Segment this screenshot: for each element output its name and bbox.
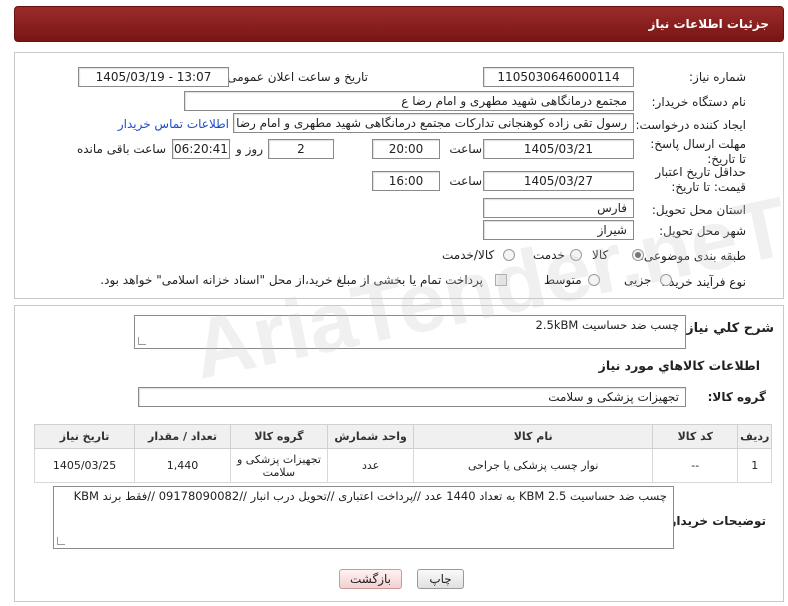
category-goods-service-label: کالا/خدمت <box>442 248 495 262</box>
cell-unit: عدد <box>326 448 415 483</box>
buyer-contact-link[interactable]: اطلاعات تماس خریدار <box>118 117 229 131</box>
general-description-label: شرح کلي نياز: <box>680 321 774 336</box>
announce-datetime-label: تاریخ و ساعت اعلان عمومی: <box>223 70 368 84</box>
days-label: روز و <box>236 142 263 156</box>
general-description-field: چسب ضد حساسیت 2.5kBM <box>134 315 686 349</box>
resize-handle-icon[interactable] <box>138 337 146 345</box>
col-header-group: گروه کالا <box>229 424 328 449</box>
reply-deadline-label: مهلت ارسال پاسخ: تا تاریخ: <box>650 137 746 166</box>
category-label: طبقه بندی موضوعی: <box>639 249 746 263</box>
process-minor-label: جزیی <box>624 273 652 287</box>
goods-group-field: تجهیزات پزشکی و سلامت <box>138 387 686 407</box>
price-validity-date-field: 1405/03/27 <box>483 171 634 191</box>
category-service-radio[interactable] <box>570 249 582 261</box>
col-header-name: نام کالا <box>413 424 653 449</box>
price-validity-time-label: ساعت <box>449 174 482 188</box>
goods-section-title: اطلاعات کالاهاي مورد نياز <box>598 358 760 373</box>
col-header-need-date: تاریخ نیاز <box>33 424 136 449</box>
city-label: شهر محل تحویل: <box>659 224 746 238</box>
days-remaining-field: 2 <box>268 139 334 159</box>
cell-quantity: 1,440 <box>134 448 231 483</box>
buyer-notes-field: چسب ضد حساسیت KBM 2.5 به تعداد 1440 عدد … <box>53 486 674 549</box>
price-validity-label: حداقل تاریخ اعتبار قیمت: تا تاریخ: <box>655 165 746 194</box>
cell-code: -- <box>651 448 739 483</box>
category-goods-service-radio[interactable] <box>503 249 515 261</box>
cell-name: نوار چسب پزشکی یا جراحی <box>413 448 653 483</box>
goods-group-label: گروه کالا: <box>707 390 766 404</box>
page-header: جزئیات اطلاعات نیاز <box>14 6 784 42</box>
city-field: شیراز <box>483 220 634 240</box>
announce-datetime-field: 1405/03/19 - 13:07 <box>78 67 229 87</box>
col-header-row: ردیف <box>737 424 772 449</box>
category-service-label: خدمت <box>533 248 565 262</box>
reply-time-label: ساعت <box>449 142 482 156</box>
remaining-time-label: ساعت باقی مانده <box>76 142 166 156</box>
province-label: استان محل تحویل: <box>651 203 746 217</box>
page-title: جزئیات اطلاعات نیاز <box>648 17 769 31</box>
col-header-unit: واحد شمارش <box>326 424 415 449</box>
creator-field: رسول تقی زاده کوهنجانی تدارکات مجتمع درم… <box>233 113 634 133</box>
treasury-payment-checkbox[interactable] <box>495 274 507 286</box>
need-number-field: 1105030646000114 <box>483 67 634 87</box>
table-row: 1 -- نوار چسب پزشکی یا جراحی عدد تجهیزات… <box>33 448 772 483</box>
back-button[interactable]: بازگشت <box>339 569 402 589</box>
category-goods-radio[interactable] <box>632 249 644 261</box>
remaining-time-field: 06:20:41 <box>172 139 230 159</box>
buyer-org-label: نام دستگاه خریدار: <box>651 95 747 109</box>
goods-table: ردیف کد کالا نام کالا واحد شمارش گروه کا… <box>33 424 772 483</box>
buyer-org-field: مجتمع درمانگاهی شهید مطهری و امام رضا ع <box>184 91 634 111</box>
creator-label: ایجاد کننده درخواست: <box>635 118 746 132</box>
general-description-text: چسب ضد حساسیت 2.5kBM <box>535 318 679 332</box>
cell-group: تجهیزات پزشکی و سلامت <box>229 448 328 483</box>
reply-time-field: 20:00 <box>372 139 440 159</box>
price-validity-time-field: 16:00 <box>372 171 440 191</box>
process-medium-radio[interactable] <box>588 274 600 286</box>
reply-date-field: 1405/03/21 <box>483 139 634 159</box>
category-goods-label: کالا <box>592 248 609 262</box>
province-field: فارس <box>483 198 634 218</box>
process-medium-label: متوسط <box>544 273 582 287</box>
resize-handle-icon[interactable] <box>57 537 65 545</box>
process-minor-radio[interactable] <box>660 274 672 286</box>
cell-row: 1 <box>737 448 772 483</box>
col-header-code: کد کالا <box>651 424 739 449</box>
col-header-quantity: تعداد / مقدار <box>134 424 231 449</box>
need-number-label: شماره نیاز: <box>689 70 746 84</box>
buyer-notes-text: چسب ضد حساسیت KBM 2.5 به تعداد 1440 عدد … <box>73 489 667 503</box>
buyer-notes-label: توضیحات خریدار: <box>664 514 766 528</box>
process-type-label: نوع فرآیند خرید : <box>661 275 746 289</box>
cell-need-date: 1405/03/25 <box>33 448 136 483</box>
treasury-payment-note: پرداخت تمام یا بخشی از مبلغ خرید،از محل … <box>100 273 483 287</box>
print-button[interactable]: چاپ <box>417 569 464 589</box>
goods-table-header: ردیف کد کالا نام کالا واحد شمارش گروه کا… <box>33 424 772 449</box>
